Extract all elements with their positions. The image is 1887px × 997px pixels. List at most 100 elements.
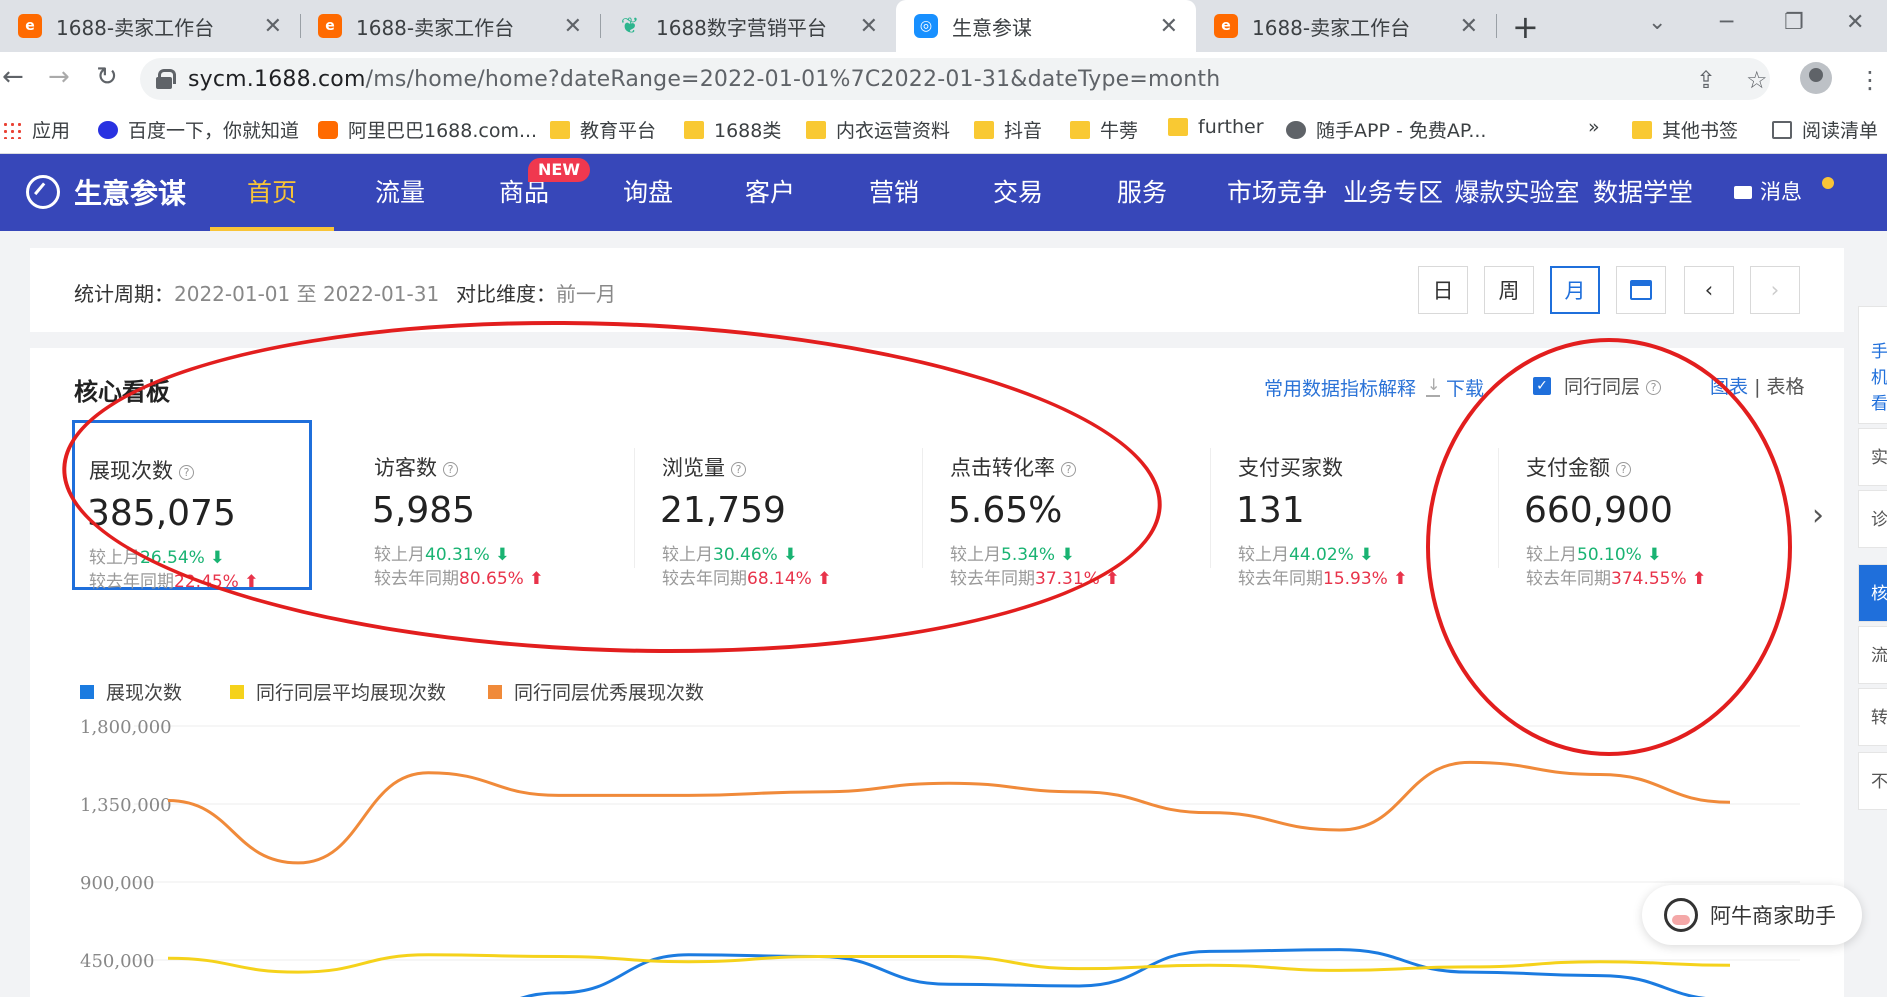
nav-item-home[interactable]: 首页 [210,154,334,231]
menu-kebab-icon[interactable]: ⋮ [1858,66,1882,94]
nav-item-customer[interactable]: 客户 [730,154,810,231]
close-icon[interactable]: ✕ [264,14,282,39]
cow-mascot-icon [1664,898,1698,932]
folder-icon [1632,120,1652,139]
tab-title: 1688-卖家工作台 [56,15,215,40]
nav-active-underline [210,227,334,231]
y-tick-label: 900,000 [80,873,154,894]
nav-item-inquiry[interactable]: 询盘 [608,154,688,231]
tab-title: 1688-卖家工作台 [1252,15,1411,40]
side-rail: 手机看实诊核流转不 [1858,306,1887,997]
y-tick-label: 450,000 [80,951,154,972]
tab-search-icon[interactable]: ⌄ [1648,10,1666,35]
address-bar[interactable]: sycm.1688.com/ms/home/home?dateRange=202… [140,58,1770,100]
period-day-button[interactable]: 日 [1418,266,1468,314]
alibaba-icon: e [18,14,42,38]
nav-item-academy[interactable]: 数据学堂 [1590,154,1696,231]
bookmark-folder[interactable]: further [1168,116,1264,138]
bookmarks-bar: 应用 百度一下，你就知道 阿里巴巴1688.com... 教育平台 1688类 … [0,106,1887,154]
rail-item[interactable]: 核 [1858,564,1887,622]
y-tick-label: 1,350,000 [80,795,172,816]
series-line [167,760,1731,865]
new-tab-button[interactable]: + [1512,8,1539,46]
rail-item[interactable]: 不 [1858,752,1887,810]
folder-icon [1070,120,1090,139]
assistant-button[interactable]: 阿牛商家助手 [1642,885,1862,945]
close-icon[interactable]: ✕ [1460,14,1478,39]
browser-tab[interactable]: e 1688-卖家工作台 ✕ [1196,0,1496,52]
browser-tab[interactable]: e 1688-卖家工作台 ✕ [0,0,300,52]
browser-tab-active[interactable]: ◎ 生意参谋 ✕ [896,0,1196,52]
globe-icon [1286,120,1306,139]
assistant-label: 阿牛商家助手 [1710,904,1836,928]
browser-tab[interactable]: ❦ 1688数字营销平台 ✕ [600,0,896,52]
share-icon[interactable]: ⇪ [1696,66,1716,94]
lock-icon[interactable] [156,69,176,89]
period-value: 2022-01-01 至 2022-01-31 [174,282,440,306]
period-month-button[interactable]: 月 [1550,266,1600,314]
rail-item[interactable]: 流 [1858,626,1887,684]
reload-icon[interactable]: ↻ [96,62,118,92]
rail-item[interactable]: 实 [1858,428,1887,486]
browser-tab[interactable]: e 1688-卖家工作台 ✕ [300,0,600,52]
nav-item-market[interactable]: 市场竞争 [1214,154,1340,231]
nav-item-marketing[interactable]: 营销 [854,154,934,231]
alibaba-icon: e [318,14,342,38]
rail-item[interactable]: 手机看 [1858,306,1887,424]
tab-separator [1496,14,1497,38]
close-icon[interactable]: ✕ [564,14,582,39]
nav-item-service[interactable]: 服务 [1102,154,1182,231]
nav-item-traffic[interactable]: 流量 [360,154,440,231]
bookmark-1688[interactable]: 阿里巴巴1688.com... [318,116,537,143]
site-logo[interactable]: 生意参谋 [26,172,186,212]
bookmark-folder[interactable]: 牛蒡 [1070,116,1138,143]
alibaba-icon [318,120,338,139]
bookmark-baidu[interactable]: 百度一下，你就知道 [98,116,299,143]
alibaba-icon: e [1214,14,1238,38]
tab-title: 生意参谋 [952,15,1032,40]
nav-item-business[interactable]: 业务专区 [1342,154,1444,231]
bookmark-reading-list[interactable]: 阅读清单 [1772,116,1878,143]
back-icon[interactable]: ← [2,62,24,92]
new-badge: NEW [528,158,590,182]
nav-item-lab[interactable]: 爆款实验室 [1454,154,1580,231]
bookmark-folder[interactable]: 抖音 [974,116,1042,143]
bookmarks-overflow-button[interactable]: » [1588,116,1600,138]
bookmark-folder[interactable]: 1688类 [684,116,781,143]
next-period-button[interactable]: › [1750,266,1800,314]
close-icon[interactable]: ✕ [1160,14,1178,39]
mail-icon [1734,186,1752,199]
bookmark-folder[interactable]: 内衣运营资料 [806,116,950,143]
close-icon[interactable]: ✕ [860,14,878,39]
site-logo-text: 生意参谋 [74,177,187,210]
minimize-icon[interactable]: ─ [1720,10,1733,35]
baidu-paw-icon [98,120,118,139]
calendar-icon [1630,280,1652,300]
window-close-icon[interactable]: ✕ [1846,10,1864,35]
bookmark-other[interactable]: 其他书签 [1632,116,1738,143]
tab-title: 1688-卖家工作台 [356,15,515,40]
apps-grid-icon [2,120,22,139]
bookmark-star-icon[interactable]: ☆ [1746,66,1768,94]
prev-period-button[interactable]: ‹ [1684,266,1734,314]
url-text[interactable]: sycm.1688.com/ms/home/home?dateRange=202… [188,67,1220,92]
bookmark-folder[interactable]: 教育平台 [550,116,656,143]
folder-icon [806,120,826,139]
nav-item-trade[interactable]: 交易 [978,154,1058,231]
profile-avatar[interactable] [1800,62,1832,94]
rail-item[interactable]: 转 [1858,688,1887,746]
folder-icon [1168,118,1188,136]
messages-button[interactable]: 消息 [1734,154,1802,231]
forward-icon[interactable]: → [48,62,70,92]
compare-label: 对比维度：前一月 [456,282,616,306]
calendar-button[interactable] [1616,266,1666,314]
bookmark-app[interactable]: 随手APP - 免费AP... [1286,116,1486,143]
folder-icon [974,120,994,139]
period-week-button[interactable]: 周 [1484,266,1534,314]
trend-chart: 1,800,000 1,350,000 900,000 450,000 [80,717,1800,997]
rail-item[interactable]: 诊 [1858,490,1887,548]
restore-icon[interactable]: ❐ [1784,10,1804,35]
site-nav: 生意参谋 首页 流量 商品 询盘 客户 营销 交易 服务 市场竞争 业务专区 爆… [0,154,1887,231]
period-bar: 统计周期：2022-01-01 至 2022-01-31 对比维度：前一月 日 … [30,248,1844,332]
bookmark-apps[interactable]: 应用 [2,116,70,143]
